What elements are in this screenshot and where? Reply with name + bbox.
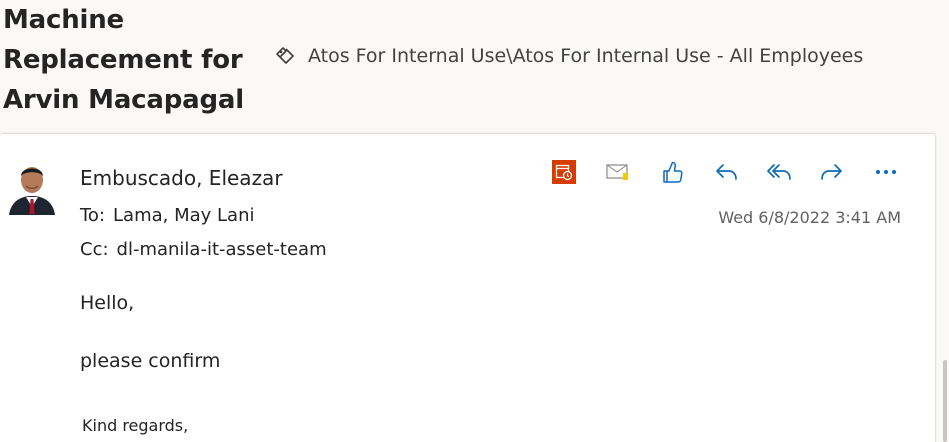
reading-pane: Machine Replacement for Arvin Macapagal … bbox=[0, 0, 949, 442]
to-prefix: To: bbox=[80, 205, 106, 226]
subject-line-1: Machine bbox=[3, 5, 124, 35]
forward-button[interactable] bbox=[819, 159, 845, 185]
forward-icon bbox=[820, 161, 844, 183]
more-icon bbox=[875, 169, 897, 175]
reply-all-button[interactable] bbox=[766, 159, 792, 185]
message-card: Embuscado, Eleazar To: Lama, May Lani Cc:… bbox=[0, 133, 936, 442]
label-tag-icon bbox=[274, 45, 296, 67]
subject-line-2: Replacement for bbox=[3, 45, 243, 75]
reply-icon bbox=[714, 161, 738, 183]
envelope-button[interactable] bbox=[605, 159, 631, 185]
reply-all-icon bbox=[766, 161, 792, 183]
to-line: To: Lama, May Lani bbox=[80, 205, 254, 226]
like-button[interactable] bbox=[659, 159, 685, 185]
sensitivity-label-text: Atos For Internal Use\Atos For Internal … bbox=[308, 45, 864, 67]
sender-name[interactable]: Embuscado, Eleazar bbox=[80, 166, 283, 190]
body-text: please confirm bbox=[80, 350, 221, 372]
to-recipient[interactable]: Lama, May Lani bbox=[113, 205, 254, 226]
avatar[interactable] bbox=[7, 159, 57, 215]
reply-button[interactable] bbox=[713, 159, 739, 185]
more-actions-button[interactable] bbox=[873, 159, 899, 185]
subject-line-3: Arvin Macapagal bbox=[3, 85, 244, 115]
message-actions bbox=[551, 159, 899, 185]
cc-recipient[interactable]: dl-manila-it-asset-team bbox=[117, 239, 327, 260]
body-greeting: Hello, bbox=[80, 292, 135, 314]
message-timestamp: Wed 6/8/2022 3:41 AM bbox=[718, 208, 901, 227]
cc-line: Cc: dl-manila-it-asset-team bbox=[80, 239, 327, 260]
body-closing: Kind regards, bbox=[82, 416, 189, 435]
calendar-icon bbox=[552, 160, 576, 184]
scrollbar[interactable] bbox=[937, 0, 949, 442]
email-subject: Machine Replacement for Arvin Macapagal bbox=[3, 0, 253, 120]
cc-prefix: Cc: bbox=[80, 239, 109, 260]
scrollbar-thumb[interactable] bbox=[943, 360, 947, 442]
sensitivity-label[interactable]: Atos For Internal Use\Atos For Internal … bbox=[274, 45, 863, 67]
calendar-button[interactable] bbox=[551, 159, 577, 185]
like-icon bbox=[661, 160, 683, 184]
envelope-icon bbox=[606, 162, 630, 182]
